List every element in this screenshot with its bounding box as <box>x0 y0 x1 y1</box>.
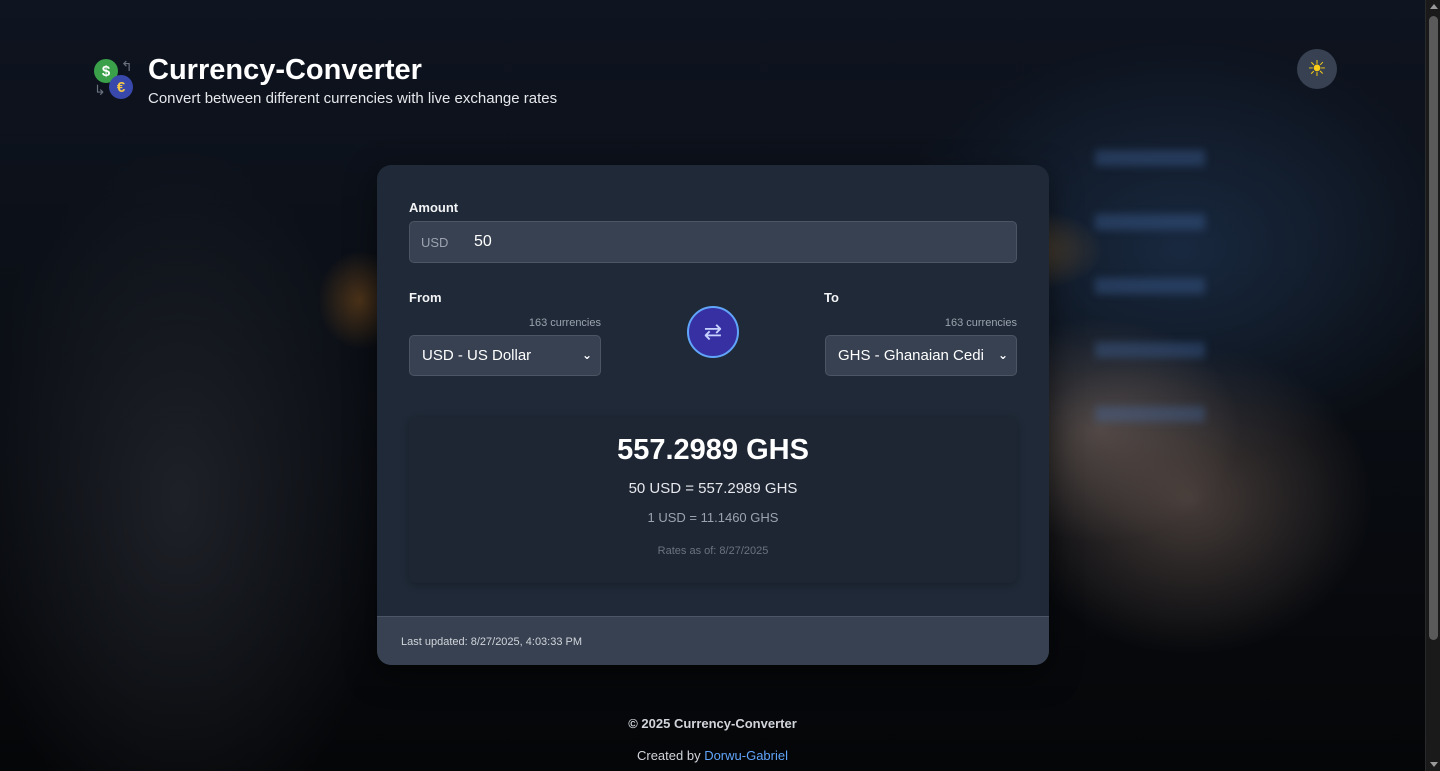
scrollbar-thumb[interactable] <box>1429 16 1438 640</box>
amount-label: Amount <box>409 200 459 215</box>
credit-prefix: Created by <box>636 748 705 763</box>
rates-date: Rates as of: 8/27/2025 <box>657 545 769 557</box>
euro-coin-icon: € <box>109 75 133 99</box>
last-updated-text: Last updated: 8/27/2025, 4:03:33 PM <box>401 636 583 648</box>
to-currency-select[interactable]: GHS - Ghanaian Cedi ⌄ <box>825 335 1017 376</box>
card-footer: Last updated: 8/27/2025, 4:03:33 PM <box>377 616 1049 665</box>
exchange-rate: 1 USD = 11.1460 GHS <box>647 510 779 525</box>
app-subtitle: Convert between different currencies wit… <box>148 90 558 107</box>
amount-input[interactable] <box>474 233 994 251</box>
vertical-scrollbar[interactable] <box>1425 0 1440 771</box>
to-currency-value: GHS - Ghanaian Cedi <box>838 347 984 364</box>
converter-card: Amount USD From 163 currencies USD - US … <box>377 165 1049 665</box>
amount-currency-prefix: USD <box>421 234 449 250</box>
swap-currencies-button[interactable]: ⇄ <box>687 306 739 358</box>
to-currency-count: 163 currencies <box>944 317 1017 329</box>
conversion-result: 557.2989 GHS 50 USD = 557.2989 GHS 1 USD… <box>409 417 1017 583</box>
amount-field[interactable]: USD <box>409 221 1017 263</box>
converted-amount: 557.2989 GHS <box>617 434 809 466</box>
app-title: Currency-Converter <box>148 54 422 86</box>
from-currency-value: USD - US Dollar <box>422 347 532 364</box>
credit-line: Created by Dorwu-Gabriel <box>0 748 1425 763</box>
header: $ ↰ ↳ € Currency-Converter Convert betwe… <box>94 52 557 107</box>
chevron-down-icon: ⌄ <box>997 348 1008 362</box>
author-link[interactable]: Dorwu-Gabriel <box>704 748 788 763</box>
arrow-icon: ↳ <box>94 82 106 98</box>
swap-arrows-icon: ⇄ <box>703 319 723 344</box>
arrow-icon: ↰ <box>121 58 133 74</box>
to-label: To <box>824 290 839 305</box>
copyright-text: © 2025 Currency-Converter <box>628 716 797 731</box>
conversion-equation: 50 USD = 557.2989 GHS <box>628 480 798 497</box>
from-currency-count: 163 currencies <box>528 317 601 329</box>
scroll-down-icon[interactable] <box>1430 762 1438 767</box>
sun-icon: ☀ <box>1307 56 1327 81</box>
chevron-down-icon: ⌄ <box>581 348 592 362</box>
scroll-up-icon[interactable] <box>1430 4 1438 9</box>
from-currency-select[interactable]: USD - US Dollar ⌄ <box>409 335 601 376</box>
currency-exchange-icon: $ ↰ ↳ € <box>94 52 138 100</box>
background-decoration <box>1095 150 1205 450</box>
theme-toggle-button[interactable]: ☀ <box>1297 49 1337 89</box>
from-label: From <box>409 290 442 305</box>
